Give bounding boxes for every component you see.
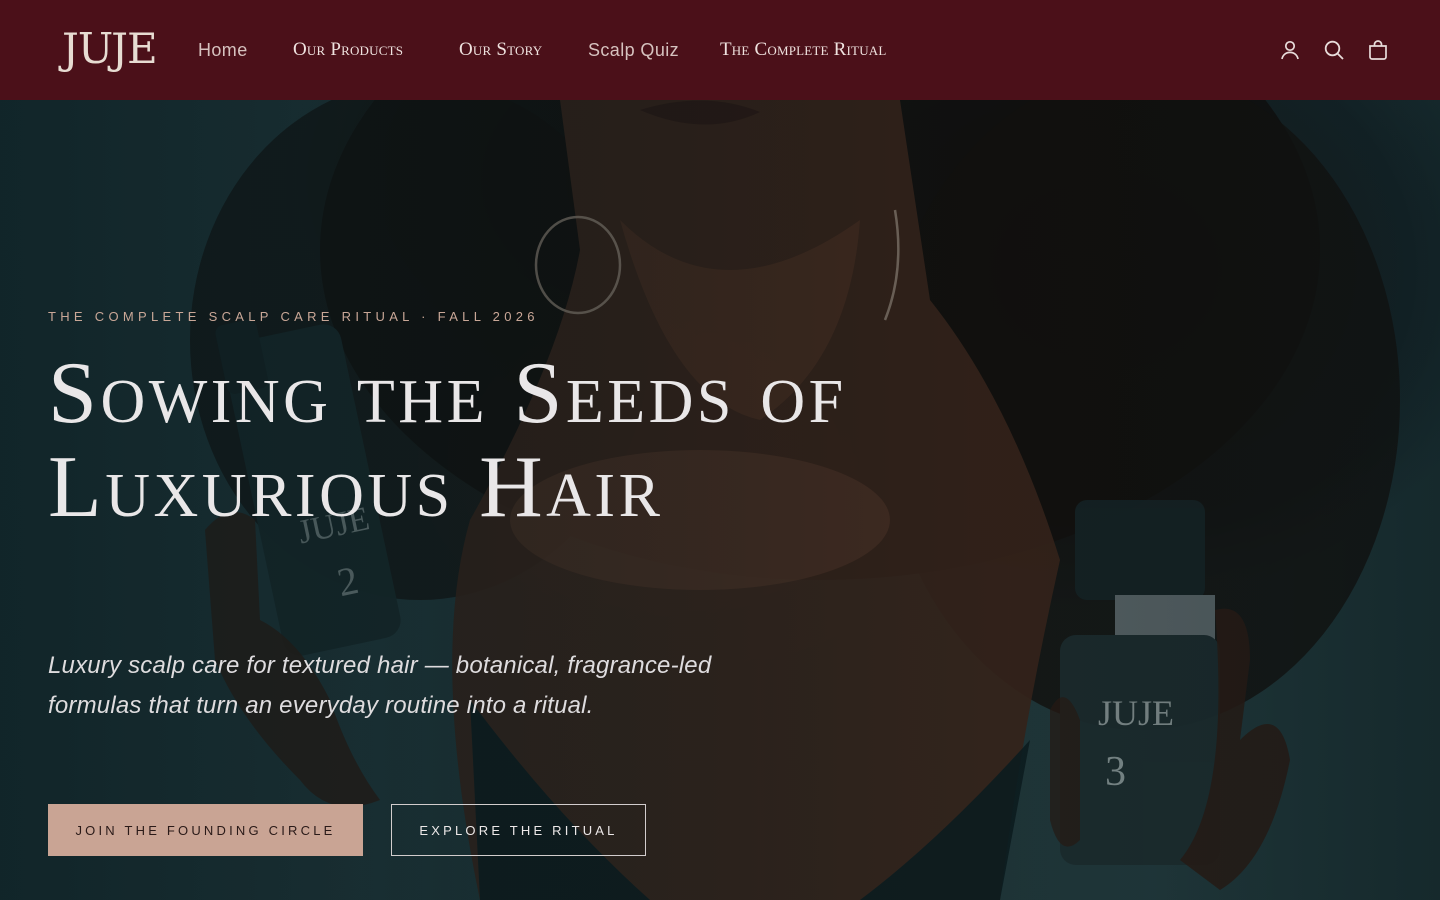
explore-ritual-button[interactable]: EXPLORE THE RITUAL [391,804,646,856]
nav-item-our-products[interactable]: Our Products [293,36,403,64]
account-icon[interactable] [1278,36,1304,64]
hero-section: JUJE 2 JUJE 3 THE COMPLETE SCALP CARE RI… [0,100,1440,900]
hero-subhead: Luxury scalp care for textured hair — bo… [48,652,712,719]
brand-logo[interactable]: JUJE [58,20,158,80]
nav-item-home[interactable]: Home [198,36,248,64]
site-header: JUJE Home Our Products Our Story Scalp Q… [0,0,1440,100]
nav-item-complete-ritual[interactable]: The Complete Ritual [720,36,887,64]
hero-eyebrow: THE COMPLETE SCALP CARE RITUAL · FALL 20… [48,309,539,324]
nav-item-scalp-quiz[interactable]: Scalp Quiz [588,36,679,64]
brand-logo-text: JUJE [62,24,158,73]
cart-icon[interactable] [1366,36,1392,64]
nav-item-our-story[interactable]: Our Story [459,36,542,64]
hero-headline: Sowing the Seeds of Luxurious Hair [48,345,847,536]
search-icon[interactable] [1322,36,1348,64]
join-founding-circle-button[interactable]: JOIN THE FOUNDING CIRCLE [48,804,363,856]
